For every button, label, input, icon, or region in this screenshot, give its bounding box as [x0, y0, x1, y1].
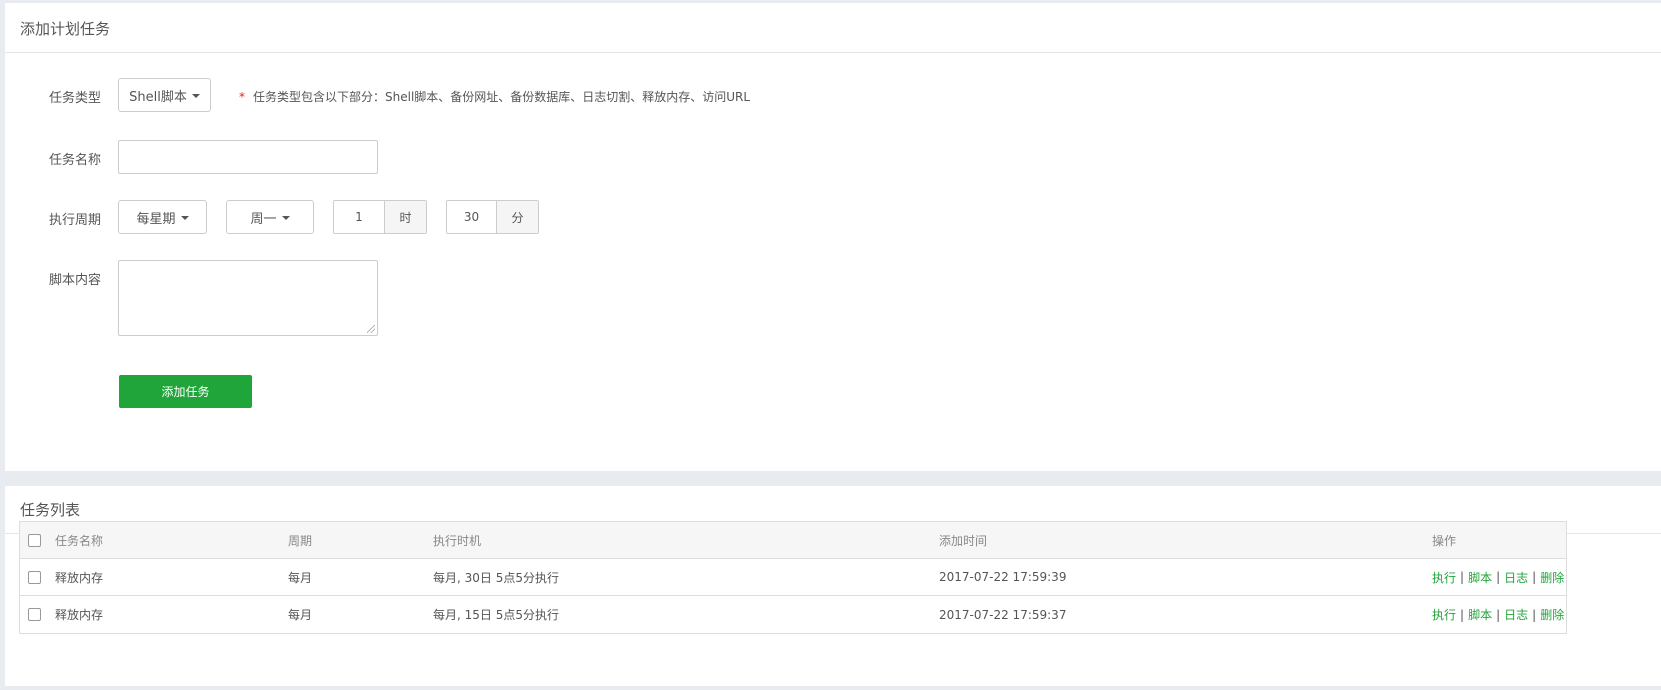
hour-input-group: 1 时: [333, 200, 427, 234]
row-added-time: 2017-07-22 17:59:39: [939, 570, 1067, 584]
cycle-row: 执行周期 每星期 周一 1 时 30 分: [5, 200, 1661, 234]
action-separator: |: [1460, 570, 1465, 584]
run-link[interactable]: 执行: [1432, 569, 1456, 586]
action-separator: |: [1532, 570, 1537, 584]
action-separator: |: [1496, 570, 1501, 584]
script-link[interactable]: 脚本: [1468, 569, 1492, 586]
task-type-dropdown[interactable]: Shell脚本: [118, 78, 211, 112]
row-cycle: 每月: [288, 570, 313, 585]
col-actions: 操作: [1432, 534, 1457, 548]
col-timing: 执行时机: [433, 534, 482, 548]
add-task-panel: 添加计划任务 任务类型 Shell脚本 * 任务类型包含以下部分：Shell脚本、…: [5, 3, 1661, 471]
task-name-row: 任务名称: [5, 140, 1661, 174]
task-type-label: 任务类型: [49, 91, 102, 106]
task-type-row: 任务类型 Shell脚本 * 任务类型包含以下部分：Shell脚本、备份网址、备份…: [5, 78, 1661, 112]
hour-input[interactable]: 1: [334, 201, 385, 233]
row-checkbox-cell: [28, 596, 41, 633]
delete-link[interactable]: 删除: [1540, 569, 1564, 586]
row-checkbox[interactable]: [28, 608, 41, 621]
action-separator: |: [1532, 607, 1537, 622]
caret-down-icon: [180, 216, 189, 220]
row-actions: 执行 | 脚本 | 日志 | 删除: [1432, 596, 1564, 633]
task-list-panel: 任务列表 任务名称 周期 执行时机 添加时间 操作 释放内存 每月 每月, 30…: [5, 486, 1661, 686]
action-separator: |: [1496, 607, 1501, 622]
table-row: 释放内存 每月 每月, 30日 5点5分执行 2017-07-22 17:59:…: [20, 559, 1566, 596]
weekday-selected: 周一: [250, 211, 277, 227]
script-label: 脚本内容: [49, 273, 102, 288]
select-all-cell: [28, 522, 41, 558]
log-link[interactable]: 日志: [1504, 569, 1528, 586]
hour-unit: 时: [384, 201, 426, 233]
period-dropdown[interactable]: 每星期: [118, 200, 207, 234]
action-separator: |: [1460, 607, 1465, 622]
task-table: 任务名称 周期 执行时机 添加时间 操作 释放内存 每月 每月, 30日 5点5…: [19, 521, 1567, 634]
caret-down-icon: [191, 94, 200, 98]
period-selected: 每星期: [136, 211, 176, 227]
minute-input[interactable]: 30: [447, 201, 497, 233]
row-added-time: 2017-07-22 17:59:37: [939, 607, 1067, 622]
delete-link[interactable]: 删除: [1540, 606, 1564, 623]
row-cycle: 每月: [288, 608, 313, 622]
col-task-name: 任务名称: [55, 534, 104, 548]
row-checkbox-cell: [28, 559, 41, 595]
add-task-title: 添加计划任务: [5, 3, 1661, 53]
caret-down-icon: [281, 216, 290, 220]
weekday-dropdown[interactable]: 周一: [226, 200, 314, 234]
required-star: *: [239, 90, 245, 104]
task-type-selected: Shell脚本: [129, 89, 187, 105]
add-task-button[interactable]: 添加任务: [119, 375, 252, 408]
resize-grip-icon[interactable]: [367, 325, 375, 333]
run-link[interactable]: 执行: [1432, 606, 1456, 623]
minute-input-group: 30 分: [446, 200, 539, 234]
row-actions: 执行 | 脚本 | 日志 | 删除: [1432, 559, 1564, 595]
col-cycle: 周期: [288, 534, 313, 548]
row-checkbox[interactable]: [28, 570, 41, 584]
row-timing: 每月, 30日 5点5分执行: [433, 570, 559, 585]
select-all-checkbox[interactable]: [28, 534, 41, 547]
table-header: 任务名称 周期 执行时机 添加时间 操作: [20, 522, 1566, 559]
row-timing: 每月, 15日 5点5分执行: [433, 608, 559, 622]
script-row: 脚本内容: [5, 260, 1661, 340]
row-task-name: 释放内存: [55, 570, 104, 585]
log-link[interactable]: 日志: [1504, 606, 1528, 623]
task-type-hint: * 任务类型包含以下部分：Shell脚本、备份网址、备份数据库、日志切割、释放内存…: [239, 88, 750, 105]
task-name-input[interactable]: [118, 140, 378, 174]
col-added-time: 添加时间: [939, 534, 988, 548]
cycle-label: 执行周期: [49, 213, 102, 228]
task-name-label: 任务名称: [49, 153, 102, 168]
script-link[interactable]: 脚本: [1468, 606, 1492, 623]
row-task-name: 释放内存: [55, 608, 104, 622]
table-row: 释放内存 每月 每月, 15日 5点5分执行 2017-07-22 17:59:…: [20, 596, 1566, 633]
minute-unit: 分: [496, 201, 538, 233]
task-type-hint-text: 任务类型包含以下部分：Shell脚本、备份网址、备份数据库、日志切割、释放内存、…: [253, 90, 751, 104]
script-textarea[interactable]: [118, 260, 378, 336]
